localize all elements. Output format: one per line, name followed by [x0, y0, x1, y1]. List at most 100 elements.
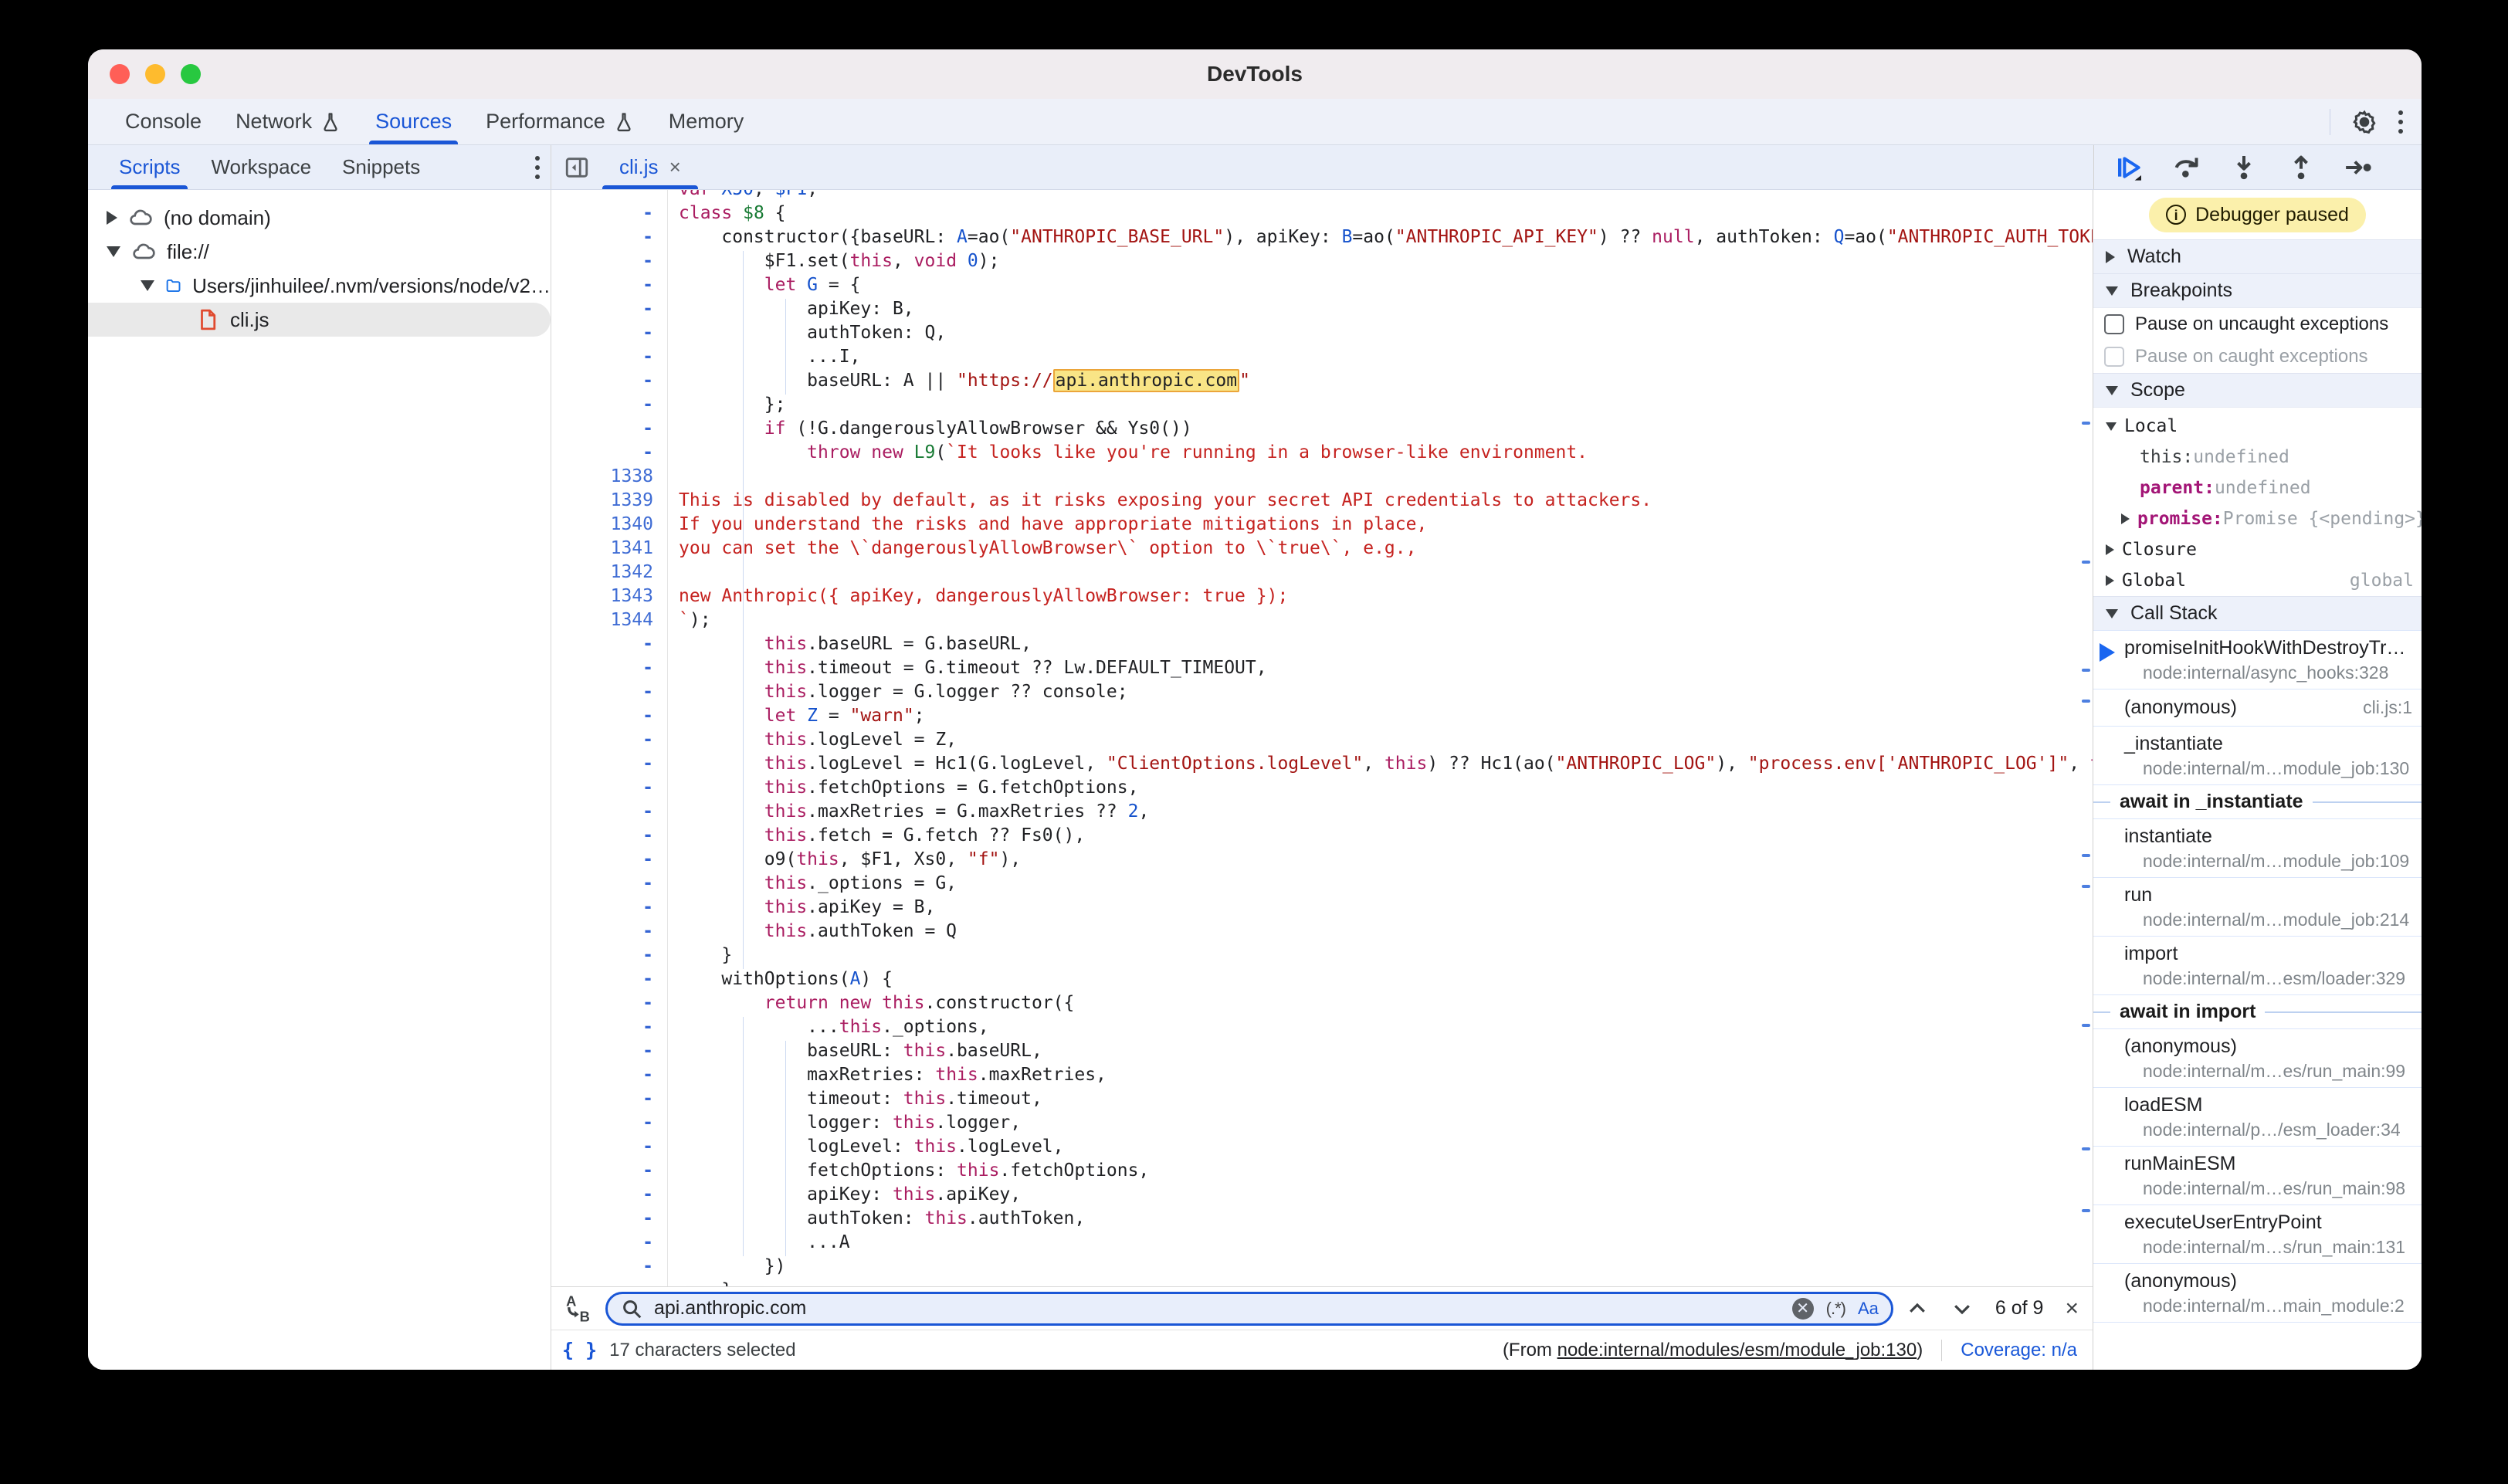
line-number-gutter[interactable]: -	[551, 395, 653, 415]
previous-match-button[interactable]	[1906, 1297, 1929, 1320]
section-watch[interactable]: Watch	[2093, 239, 2422, 273]
line-number-gutter[interactable]: 1338	[551, 466, 653, 486]
toggle-navigator-icon[interactable]	[564, 154, 590, 181]
line-number-gutter[interactable]: -	[551, 371, 653, 391]
line-number-gutter[interactable]: -	[551, 1137, 653, 1157]
section-scope[interactable]: Scope	[2093, 373, 2422, 407]
call-stack-frame[interactable]: (anonymous)cli.js:1	[2093, 689, 2422, 727]
tab-sources[interactable]: Sources	[358, 99, 469, 144]
step-button[interactable]	[2343, 152, 2374, 183]
line-number-gutter[interactable]: -	[551, 1232, 653, 1252]
regex-toggle[interactable]: (.*)	[1826, 1299, 1845, 1319]
line-number-gutter[interactable]: 1343	[551, 586, 653, 606]
line-number-gutter[interactable]: -	[551, 251, 653, 271]
tree-item-cli-js[interactable]: cli.js	[88, 303, 551, 337]
search-input[interactable]: api.anthropic.com ✕ (.*) Aa	[605, 1292, 1893, 1326]
subtab-snippets[interactable]: Snippets	[327, 145, 436, 189]
search-result-scroll-mark[interactable]	[2082, 1147, 2090, 1150]
section-call-stack[interactable]: Call Stack	[2093, 596, 2422, 630]
line-number-gutter[interactable]: -	[551, 1184, 653, 1204]
pretty-print-icon[interactable]: { }	[562, 1339, 597, 1361]
line-number-gutter[interactable]: -	[551, 921, 653, 941]
tree-item-file-[interactable]: file://	[88, 235, 551, 269]
call-stack-frame[interactable]: runMainESMnode:internal/m…es/run_main:98	[2093, 1147, 2422, 1205]
coverage-link[interactable]: Coverage: n/a	[1961, 1340, 2077, 1361]
current-search-match[interactable]: api.anthropic.com	[1053, 369, 1239, 392]
collapse-icon[interactable]	[2106, 422, 2117, 431]
line-number-gutter[interactable]: -	[551, 730, 653, 750]
line-number-gutter[interactable]: -	[551, 442, 653, 462]
line-number-gutter[interactable]: -	[551, 754, 653, 774]
step-over-button[interactable]	[2171, 152, 2202, 183]
step-out-button[interactable]	[2286, 152, 2317, 183]
line-number-gutter[interactable]: -	[551, 778, 653, 798]
search-result-scroll-mark[interactable]	[2082, 1209, 2090, 1212]
more-options-icon[interactable]	[2398, 110, 2403, 134]
code-editor[interactable]: var X50, $F1;-class $8 {- constructor({b…	[551, 190, 2093, 1286]
line-number-gutter[interactable]: -	[551, 825, 653, 845]
line-number-gutter[interactable]: 1340	[551, 514, 653, 534]
line-number-gutter[interactable]: -	[551, 1017, 653, 1037]
section-breakpoints[interactable]: Breakpoints	[2093, 273, 2422, 307]
line-number-gutter[interactable]: -	[551, 873, 653, 893]
call-stack-frame[interactable]: (anonymous)node:internal/m…es/run_main:9…	[2093, 1029, 2422, 1088]
match-case-toggle[interactable]: Aa	[1858, 1299, 1879, 1319]
expand-icon[interactable]	[107, 211, 117, 225]
tab-performance[interactable]: Performance	[469, 99, 652, 144]
subtab-workspace[interactable]: Workspace	[195, 145, 327, 189]
call-stack-frame[interactable]: loadESMnode:internal/p…/esm_loader:34	[2093, 1088, 2422, 1147]
search-result-scroll-mark[interactable]	[2082, 669, 2090, 672]
source-origin-link[interactable]: node:internal/modules/esm/module_job:130	[1557, 1340, 1917, 1360]
scope-entry[interactable]: promise: Promise {<pending>}	[2093, 503, 2422, 534]
scope-entry[interactable]: Local	[2093, 411, 2422, 442]
call-stack-frame[interactable]: promiseInitHookWithDestroyTr…node:intern…	[2093, 631, 2422, 689]
scope-entry[interactable]: parent: undefined	[2093, 473, 2422, 503]
tab-console[interactable]: Console	[108, 99, 219, 144]
line-number-gutter[interactable]: -	[551, 1113, 653, 1133]
gear-icon[interactable]	[2350, 108, 2378, 136]
call-stack-frame[interactable]: instantiatenode:internal/m…module_job:10…	[2093, 819, 2422, 878]
tree-item-users-jinhuilee-nvm-versions-node-v2-[interactable]: Users/jinhuilee/.nvm/versions/node/v2…	[88, 269, 551, 303]
line-number-gutter[interactable]: -	[551, 1208, 653, 1228]
clear-search-icon[interactable]: ✕	[1792, 1298, 1814, 1320]
collapse-icon[interactable]	[141, 280, 154, 291]
line-number-gutter[interactable]: -	[551, 1256, 653, 1276]
line-number-gutter[interactable]: -	[551, 203, 653, 223]
tab-network[interactable]: Network	[219, 99, 358, 144]
search-result-scroll-mark[interactable]	[2082, 885, 2090, 888]
call-stack-frame[interactable]: importnode:internal/m…esm/loader:329	[2093, 937, 2422, 995]
line-number-gutter[interactable]: -	[551, 849, 653, 869]
line-number-gutter[interactable]: -	[551, 993, 653, 1013]
line-number-gutter[interactable]: -	[551, 1065, 653, 1085]
search-result-scroll-mark[interactable]	[2082, 700, 2090, 703]
checkbox[interactable]	[2104, 347, 2124, 367]
call-stack-frame[interactable]: executeUserEntryPointnode:internal/m…s/r…	[2093, 1205, 2422, 1264]
close-search-icon[interactable]: ×	[2065, 1296, 2079, 1322]
scope-entry[interactable]: Globalglobal	[2093, 565, 2422, 596]
tab-memory[interactable]: Memory	[652, 99, 761, 144]
search-result-scroll-mark[interactable]	[2082, 854, 2090, 857]
collapse-icon[interactable]	[107, 246, 120, 257]
line-number-gutter[interactable]: 1342	[551, 562, 653, 582]
line-number-gutter[interactable]: -	[551, 1089, 653, 1109]
line-number-gutter[interactable]: -	[551, 299, 653, 319]
next-match-button[interactable]	[1950, 1297, 1974, 1320]
checkbox[interactable]	[2104, 314, 2124, 334]
line-number-gutter[interactable]: -	[551, 1280, 653, 1286]
line-number-gutter[interactable]: -	[551, 897, 653, 917]
line-number-gutter[interactable]: -	[551, 1041, 653, 1061]
line-number-gutter[interactable]: -	[551, 682, 653, 702]
line-number-gutter[interactable]: -	[551, 1160, 653, 1181]
search-result-scroll-mark[interactable]	[2082, 561, 2090, 564]
close-tab-icon[interactable]: ×	[669, 155, 681, 179]
tree-item--no-domain-[interactable]: (no domain)	[88, 201, 551, 235]
call-stack-frame[interactable]: _instantiatenode:internal/m…module_job:1…	[2093, 727, 2422, 785]
resume-script-button[interactable]	[2114, 152, 2145, 183]
search-result-scroll-mark[interactable]	[2082, 422, 2090, 425]
call-stack-frame[interactable]: runnode:internal/m…module_job:214	[2093, 878, 2422, 937]
line-number-gutter[interactable]: -	[551, 801, 653, 822]
search-result-scroll-mark[interactable]	[2082, 1024, 2090, 1027]
line-number-gutter[interactable]: -	[551, 418, 653, 439]
line-number-gutter[interactable]: -	[551, 658, 653, 678]
step-into-button[interactable]	[2228, 152, 2259, 183]
